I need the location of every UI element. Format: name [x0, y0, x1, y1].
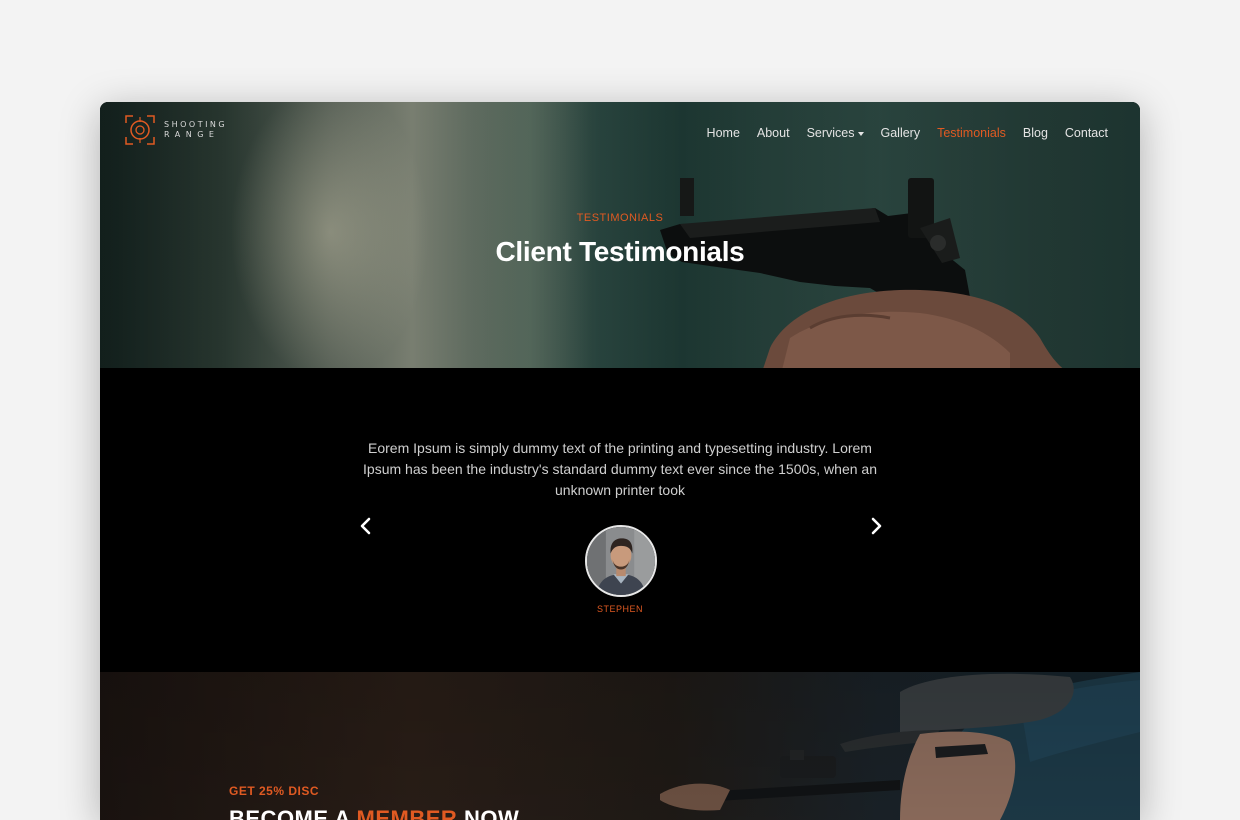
nav-item-gallery[interactable]: Gallery — [881, 126, 921, 140]
chevron-left-icon — [360, 517, 371, 535]
member-title-part-2: NOW — [457, 806, 520, 820]
member-title: BECOME A MEMBER NOW — [229, 806, 519, 820]
hero-kicker: TESTIMONIALS — [576, 212, 664, 224]
nav-item-contact[interactable]: Contact — [1065, 126, 1108, 140]
client-photo — [587, 527, 655, 595]
caret-down-icon — [857, 132, 864, 136]
member-title-accent: MEMBER — [356, 806, 458, 820]
browser-frame: SHOOTING RANGE Home About Services Galle… — [100, 102, 1140, 820]
nav-item-services[interactable]: Services — [807, 126, 864, 140]
nav-item-blog[interactable]: Blog — [1023, 126, 1048, 140]
brand-line-2: RANGE — [164, 130, 220, 139]
brand-name: SHOOTING RANGE — [164, 120, 227, 140]
nav-item-about[interactable]: About — [757, 126, 790, 140]
membership-banner: GET 25% DISC BECOME A MEMBER NOW — [100, 672, 1140, 820]
slider-next-button[interactable] — [864, 514, 888, 538]
target-crosshair-icon — [125, 115, 155, 145]
avatar — [585, 525, 657, 597]
brand-logo[interactable]: SHOOTING RANGE — [124, 114, 227, 146]
discount-kicker: GET 25% DISC — [229, 784, 320, 798]
chevron-right-icon — [871, 517, 882, 535]
member-title-part-1: BECOME A — [229, 806, 357, 820]
testimonial-quote: Eorem Ipsum is simply dummy text of the … — [363, 440, 877, 498]
brand-line-1: SHOOTING — [164, 120, 228, 129]
main-navigation: SHOOTING RANGE Home About Services Galle… — [100, 102, 1140, 166]
nav-item-testimonials[interactable]: Testimonials — [937, 126, 1006, 140]
nav-menu: Home About Services Gallery Testimonials… — [707, 126, 1108, 140]
nav-item-home[interactable]: Home — [707, 126, 740, 140]
slider-prev-button[interactable] — [354, 514, 378, 538]
hero-section: SHOOTING RANGE Home About Services Galle… — [100, 102, 1140, 368]
page-title: Client Testimonials — [495, 236, 745, 267]
nav-item-services-label: Services — [806, 126, 855, 140]
client-name: STEPHEN — [596, 604, 643, 614]
testimonial-slider: Eorem Ipsum is simply dummy text of the … — [100, 368, 1140, 672]
